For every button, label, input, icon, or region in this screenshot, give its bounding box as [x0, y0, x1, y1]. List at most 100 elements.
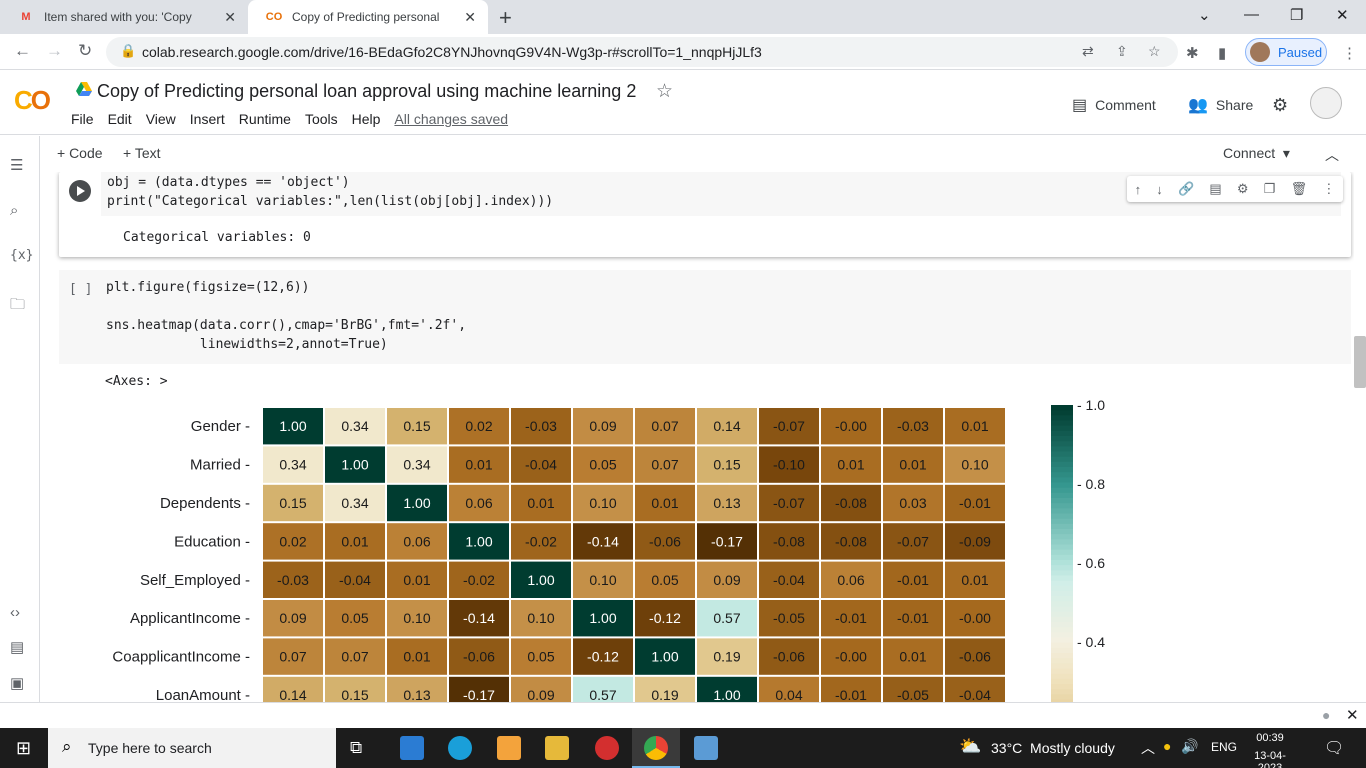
weather-text[interactable]: 33°C Mostly cloudy: [991, 740, 1115, 756]
terminal-icon[interactable]: ▣: [10, 674, 24, 692]
taskbar-search[interactable]: ⌕ Type here to search: [48, 728, 336, 768]
share-page-icon[interactable]: ⇪: [1116, 43, 1128, 60]
colorbar-segment: [1051, 523, 1073, 530]
menu-tools[interactable]: Tools: [305, 111, 338, 127]
table-of-contents-icon[interactable]: ☰: [10, 156, 23, 174]
url-text[interactable]: colab.research.google.com/drive/16-BEdaG…: [142, 44, 762, 60]
row-label: Gender -: [191, 418, 250, 435]
heatmap-cell-label: 0.06: [465, 495, 492, 511]
heatmap-cell-label: 0.07: [651, 457, 678, 473]
colorbar-segment: [1051, 467, 1073, 473]
extensions-icon[interactable]: ✱: [1186, 44, 1199, 62]
new-tab-icon[interactable]: +: [499, 5, 512, 31]
save-status[interactable]: All changes saved: [394, 111, 508, 127]
close-window-icon[interactable]: ✕: [1336, 6, 1349, 24]
network-icon[interactable]: ●: [1163, 738, 1171, 754]
heatmap-cell-label: -0.03: [897, 418, 929, 434]
heatmap-cell-label: 0.14: [713, 418, 740, 434]
colorbar-segment: [1051, 482, 1073, 489]
minimize-icon[interactable]: —: [1244, 6, 1259, 23]
add-text-button[interactable]: + Text: [123, 145, 161, 161]
heatmap-cell-label: 0.05: [589, 457, 616, 473]
comment-button[interactable]: ▤ Comment: [1072, 95, 1156, 115]
colab-logo[interactable]: CO: [14, 85, 51, 116]
folder-icon[interactable]: 🗀: [10, 294, 25, 319]
notifications-icon[interactable]: 🗨: [1324, 738, 1344, 758]
chrome-taskbar-button[interactable]: [632, 728, 680, 768]
colorbar-segment: [1051, 410, 1073, 416]
reload-icon[interactable]: ↻: [78, 41, 92, 61]
connect-label: Connect: [1223, 145, 1276, 161]
clock-date[interactable]: 13-04-2023: [1248, 750, 1292, 768]
colorbar-segment: [1051, 461, 1073, 468]
heatmap-cell-label: 1.00: [589, 610, 616, 626]
command-palette-icon[interactable]: ▤: [10, 638, 24, 656]
collapse-header-icon[interactable]: ︿: [1325, 145, 1339, 165]
language-indicator[interactable]: ENG: [1211, 740, 1237, 754]
app-icon[interactable]: [694, 736, 718, 760]
tab-colab[interactable]: CO Copy of Predicting personal loan ✕: [248, 0, 488, 34]
heatmap-cell-label: 0.01: [403, 649, 430, 665]
bookmark-star-icon[interactable]: ☆: [1148, 43, 1161, 60]
colorbar-segment: [1051, 570, 1073, 577]
weather-icon[interactable]: ⛅: [959, 736, 981, 757]
close-icon[interactable]: ✕: [1346, 706, 1359, 724]
heatmap-cell-label: 0.13: [713, 495, 740, 511]
people-icon: 👥: [1188, 97, 1208, 114]
profile-button[interactable]: Paused: [1245, 38, 1327, 66]
heatmap-cell-label: -0.03: [277, 572, 309, 588]
close-tab-icon[interactable]: ✕: [224, 9, 236, 26]
menu-insert[interactable]: Insert: [190, 111, 225, 127]
menu-file[interactable]: File: [71, 111, 94, 127]
notebook-title[interactable]: Copy of Predicting personal loan approva…: [97, 81, 636, 102]
add-code-button[interactable]: + Code: [57, 145, 103, 161]
clock-time[interactable]: 00:39: [1248, 732, 1292, 744]
heatmap-cell-label: 1.00: [279, 418, 306, 434]
windows-start-icon[interactable]: ⊞: [16, 738, 31, 759]
opera-icon[interactable]: [595, 736, 619, 760]
close-tab-icon[interactable]: ✕: [464, 9, 476, 26]
menu-runtime[interactable]: Runtime: [239, 111, 291, 127]
browser-menu-icon[interactable]: ⋮: [1342, 44, 1357, 62]
colorbar-segment: [1051, 430, 1073, 437]
mail-icon[interactable]: [400, 736, 424, 760]
tab-search-icon[interactable]: ⌄: [1198, 6, 1211, 24]
search-icon[interactable]: ⌕: [10, 202, 18, 219]
tab-gmail[interactable]: M Item shared with you: 'Copy of Pr ✕: [0, 0, 248, 34]
back-icon[interactable]: ←: [14, 41, 31, 61]
menu-view[interactable]: View: [146, 111, 176, 127]
variables-icon[interactable]: {x}: [10, 248, 33, 263]
side-panel-icon[interactable]: ▮: [1218, 44, 1226, 62]
star-icon[interactable]: ☆: [656, 80, 673, 103]
chevron-up-icon[interactable]: ︿: [1141, 738, 1155, 758]
heatmap-cell-label: 0.57: [589, 687, 616, 702]
colorbar-segment: [1051, 441, 1073, 447]
avatar[interactable]: [1310, 87, 1342, 119]
task-view-icon[interactable]: ⧉: [350, 738, 362, 758]
store-icon[interactable]: [497, 736, 521, 760]
connect-button[interactable]: Connect ▾: [1223, 145, 1290, 162]
forward-icon[interactable]: →: [46, 41, 63, 61]
menu-help[interactable]: Help: [352, 111, 381, 127]
edge-icon[interactable]: [448, 736, 472, 760]
lock-icon[interactable]: 🔒: [120, 43, 136, 59]
speaker-icon[interactable]: 🔊: [1181, 738, 1198, 755]
browser-toolbar: ← → ↻ 🔒 colab.research.google.com/drive/…: [0, 34, 1366, 70]
translate-icon[interactable]: ⇄: [1082, 43, 1094, 60]
heatmap-cell-label: 1.00: [341, 457, 368, 473]
menu-edit[interactable]: Edit: [108, 111, 132, 127]
gear-icon[interactable]: ⚙: [1272, 95, 1288, 116]
file-explorer-icon[interactable]: [545, 736, 569, 760]
heatmap-cell-label: -0.08: [835, 495, 867, 511]
restore-icon[interactable]: ❐: [1290, 6, 1303, 24]
heatmap-cell-label: 1.00: [465, 533, 492, 549]
chrome-icon: [644, 736, 668, 760]
colorbar-segment: [1051, 622, 1073, 628]
address-bar[interactable]: 🔒 colab.research.google.com/drive/16-BEd…: [106, 37, 1178, 67]
share-button[interactable]: 👥 Share: [1188, 95, 1253, 115]
heatmap-cell-label: -0.14: [463, 610, 495, 626]
code-snippets-icon[interactable]: ‹›: [10, 604, 20, 621]
page-scrollbar[interactable]: [1354, 336, 1366, 388]
heatmap-cell-label: 0.09: [589, 418, 616, 434]
colorbar-segment: [1051, 544, 1073, 551]
